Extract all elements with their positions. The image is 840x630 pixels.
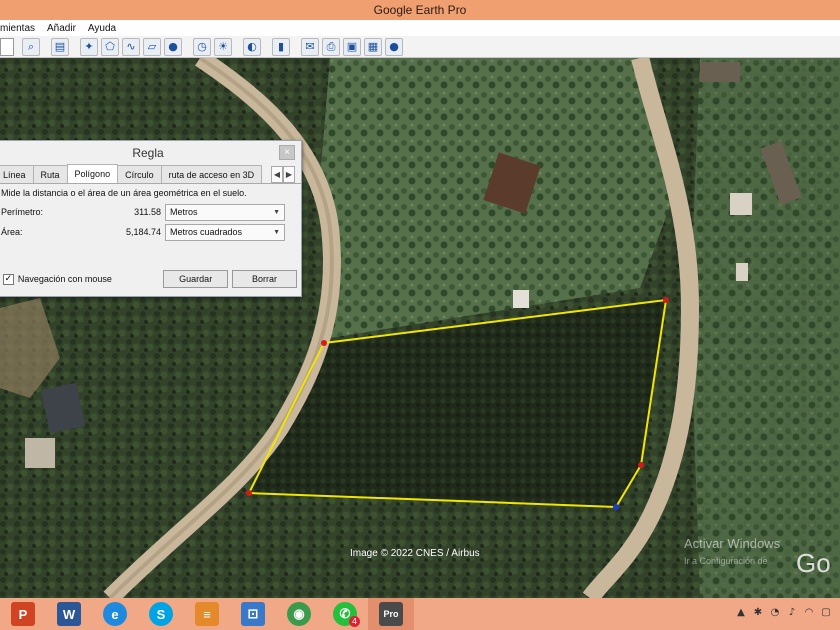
activation-watermark-subtitle: Ir a Configuración de bbox=[684, 556, 768, 566]
taskbar-app-edge[interactable]: e bbox=[92, 598, 138, 630]
taskbar-app-google-earth[interactable]: Pro bbox=[368, 598, 414, 630]
google-logo: Go bbox=[796, 548, 831, 578]
house-roof bbox=[513, 290, 529, 308]
area-value: 5,184.74 bbox=[125, 227, 161, 237]
taskbar-app-word[interactable]: W bbox=[46, 598, 92, 630]
tab-ruta-3d[interactable]: ruta de acceso en 3D bbox=[160, 165, 263, 183]
polygon-vertex[interactable] bbox=[321, 340, 327, 346]
perimeter-unit: Metros bbox=[170, 207, 198, 217]
sidebar-icon[interactable]: ▤ bbox=[51, 37, 69, 56]
overlay-icon[interactable]: ▱ bbox=[143, 37, 161, 56]
ruler-description: Mide la distancia o el área de un área g… bbox=[1, 188, 247, 198]
satellite-imagery bbox=[0, 58, 840, 598]
chrome-icon: ◉ bbox=[287, 602, 311, 626]
map-view[interactable] bbox=[0, 58, 840, 598]
chevron-down-icon: ▼ bbox=[273, 228, 280, 236]
taskbar-app-whatsapp[interactable]: ✆ 4 bbox=[322, 598, 368, 630]
taskbar-app-powerpoint[interactable]: P bbox=[0, 598, 46, 630]
perimeter-value: 311.58 bbox=[134, 207, 161, 217]
powerpoint-icon: P bbox=[11, 602, 35, 626]
skype-icon: S bbox=[149, 602, 173, 626]
notification-icon[interactable]: ▢ bbox=[820, 605, 832, 619]
remote-desktop-icon: ⊡ bbox=[241, 602, 265, 626]
polygon-vertex[interactable] bbox=[663, 297, 669, 303]
area-unit: Metros cuadrados bbox=[170, 227, 243, 237]
taskbar-app-remote[interactable]: ⊡ bbox=[230, 598, 276, 630]
house-roof bbox=[700, 62, 740, 82]
system-tray: ▲ ✱ ◔ ♪ ◠ ▢ bbox=[735, 605, 832, 619]
house-roof bbox=[730, 193, 752, 215]
volume-icon[interactable]: ♪ bbox=[786, 605, 798, 619]
toolbar-input-edge[interactable] bbox=[0, 37, 14, 56]
ruler-icon[interactable]: ▮ bbox=[272, 37, 290, 56]
east-vegetation bbox=[690, 58, 840, 598]
clear-button[interactable]: Borrar bbox=[232, 270, 297, 288]
menu-herramientas[interactable]: mientas bbox=[0, 23, 35, 34]
word-icon: W bbox=[57, 602, 81, 626]
dialog-title: Regla bbox=[132, 146, 164, 160]
wifi-icon[interactable]: ◠ bbox=[803, 605, 815, 619]
sun-icon[interactable]: ☀ bbox=[214, 37, 232, 56]
taskbar-app-chrome[interactable]: ◉ bbox=[276, 598, 322, 630]
search-icon[interactable]: ⌕ bbox=[22, 37, 40, 56]
menu-ayuda[interactable]: Ayuda bbox=[88, 23, 116, 34]
chevron-right-icon[interactable]: ▶ bbox=[283, 166, 295, 183]
antivirus-icon[interactable]: ▲ bbox=[735, 605, 747, 619]
taskbar-app-skype[interactable]: S bbox=[138, 598, 184, 630]
polygon-vertex[interactable] bbox=[638, 462, 644, 468]
tab-circulo[interactable]: Círculo bbox=[117, 165, 162, 183]
area-label: Área: bbox=[1, 227, 23, 237]
menu-anadir[interactable]: Añadir bbox=[47, 23, 76, 34]
polygon-icon[interactable]: ⬠ bbox=[101, 37, 119, 56]
save-image-icon[interactable]: ▣ bbox=[343, 37, 361, 56]
print-icon[interactable]: ⎙ bbox=[322, 37, 340, 56]
house-roof bbox=[736, 263, 748, 281]
ruler-tabs: Línea Ruta Polígono Círculo ruta de acce… bbox=[0, 164, 301, 184]
perimeter-label: Perímetro: bbox=[1, 207, 44, 217]
activation-watermark: Activar Windows bbox=[684, 536, 781, 551]
toolbar: ⌕ ▤ ✦ ⬠ ∿ ▱ ● ◷ ☀ ◐ ▮ ✉ ⎙ ▣ ▦ ● bbox=[0, 36, 840, 58]
polygon-vertex-active[interactable] bbox=[613, 504, 619, 510]
perimeter-unit-select[interactable]: Metros ▼ bbox=[165, 203, 285, 221]
tab-ruta[interactable]: Ruta bbox=[32, 165, 68, 183]
perimeter-row: Perímetro: 311.58 Metros ▼ bbox=[0, 202, 301, 222]
sublime-icon: ≡ bbox=[195, 602, 219, 626]
placemark-icon[interactable]: ✦ bbox=[80, 37, 98, 56]
planets-icon[interactable]: ◐ bbox=[243, 37, 261, 56]
save-button[interactable]: Guardar bbox=[163, 270, 229, 288]
taskbar-app-sublime[interactable]: ≡ bbox=[184, 598, 230, 630]
chevron-left-icon[interactable]: ◀ bbox=[271, 166, 283, 183]
historical-imagery-icon[interactable]: ◷ bbox=[193, 37, 211, 56]
bluetooth-icon[interactable]: ✱ bbox=[752, 605, 764, 619]
ruler-dialog: Regla × Línea Ruta Polígono Círculo ruta… bbox=[0, 140, 302, 297]
polygon-vertex[interactable] bbox=[246, 490, 252, 496]
earth-icon[interactable]: ● bbox=[385, 37, 403, 56]
menu-bar: mientas Añadir Ayuda bbox=[0, 20, 840, 36]
google-earth-icon: Pro bbox=[379, 602, 403, 626]
dialog-titlebar[interactable]: Regla × bbox=[0, 141, 301, 165]
taskbar: P W e S ≡ ⊡ ◉ ✆ 4 Pro ▲ ✱ ◔ ♪ ◠ ▢ bbox=[0, 598, 840, 630]
chevron-down-icon: ▼ bbox=[273, 208, 280, 216]
network-icon[interactable]: ◔ bbox=[769, 605, 781, 619]
area-row: Área: 5,184.74 Metros cuadrados ▼ bbox=[0, 222, 301, 242]
path-icon[interactable]: ∿ bbox=[122, 37, 140, 56]
tab-scroll: ◀ ▶ bbox=[271, 166, 295, 183]
window-titlebar: Google Earth Pro bbox=[0, 0, 840, 20]
notification-badge: 4 bbox=[349, 616, 360, 627]
imagery-attribution: Image © 2022 CNES / Airbus bbox=[350, 548, 480, 559]
tour-icon[interactable]: ● bbox=[164, 37, 182, 56]
house-roof bbox=[25, 438, 55, 468]
email-icon[interactable]: ✉ bbox=[301, 37, 319, 56]
edge-icon: e bbox=[103, 602, 127, 626]
mouse-navigation-label: Navegación con mouse bbox=[17, 274, 112, 284]
close-button[interactable]: × bbox=[279, 145, 295, 160]
tab-linea[interactable]: Línea bbox=[0, 165, 34, 183]
tab-poligono[interactable]: Polígono bbox=[66, 164, 119, 183]
window-title: Google Earth Pro bbox=[373, 3, 467, 17]
mouse-navigation-checkbox[interactable]: ✓ bbox=[3, 273, 14, 285]
map-view-icon[interactable]: ▦ bbox=[364, 37, 382, 56]
area-unit-select[interactable]: Metros cuadrados ▼ bbox=[165, 223, 285, 241]
dialog-footer: ✓ Navegación con mouse Guardar Borrar bbox=[0, 269, 301, 289]
